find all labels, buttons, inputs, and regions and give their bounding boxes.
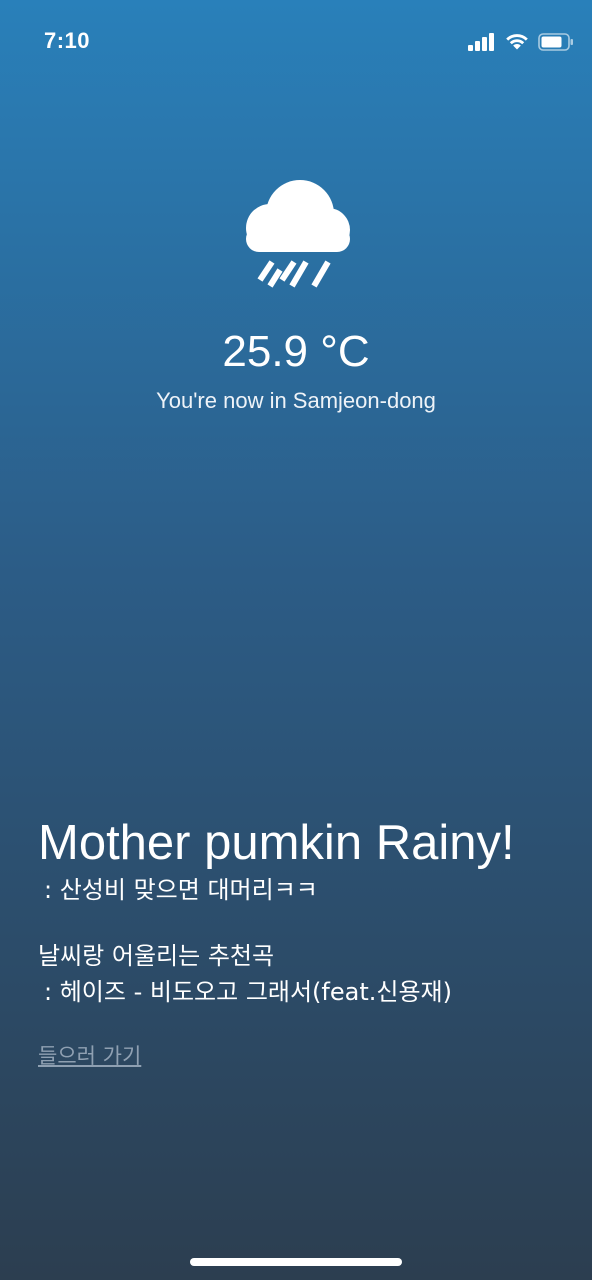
recommendation-song: : 헤이즈 - 비도오고 그래서(feat.신용재) — [44, 978, 452, 1006]
recommendation-label: 날씨랑 어울리는 추천곡 — [38, 942, 275, 970]
status-bar: 7:10 — [0, 0, 592, 88]
weather-summary: 25.9 °C You're now in Samjeon-dong — [0, 170, 592, 414]
location-label: You're now in Samjeon-dong — [156, 388, 436, 413]
home-indicator[interactable] — [190, 1258, 402, 1266]
temperature: 25.9 °C — [222, 327, 370, 376]
status-time: 7:10 — [44, 28, 91, 53]
rain-cloud-icon — [246, 180, 350, 288]
cellular-signal-icon — [468, 32, 494, 51]
weather-title: Mother pumkin Rainy! — [38, 816, 515, 870]
wifi-icon — [506, 34, 528, 50]
listen-link[interactable]: 들으러 가기 — [38, 1040, 141, 1070]
recommendation-panel: Mother pumkin Rainy! : 산성비 맞으면 대머리ㅋㅋ 날씨랑… — [38, 812, 568, 1070]
weather-subtitle: : 산성비 맞으면 대머리ㅋㅋ — [44, 876, 318, 904]
battery-icon — [538, 32, 573, 51]
status-icons — [468, 32, 574, 51]
